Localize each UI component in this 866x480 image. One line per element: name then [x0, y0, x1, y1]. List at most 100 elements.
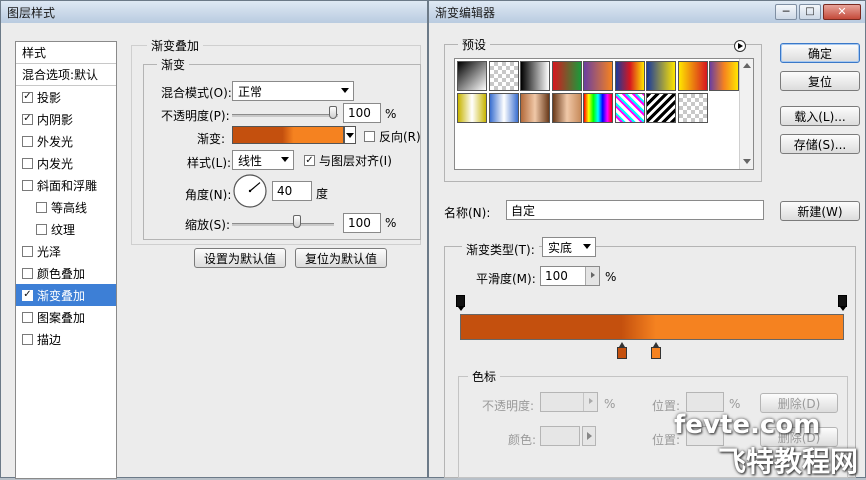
checkbox-icon[interactable]: [36, 201, 47, 213]
preset-swatch[interactable]: [457, 93, 487, 123]
preset-swatch[interactable]: [646, 93, 676, 123]
presets-scrollbar[interactable]: [739, 59, 753, 169]
color-stop-end[interactable]: [651, 342, 661, 359]
preset-swatch[interactable]: [520, 61, 550, 91]
checkbox-icon[interactable]: [36, 223, 47, 235]
style-item[interactable]: 光泽: [16, 240, 116, 262]
style-item-label: 图案叠加: [37, 310, 86, 325]
chevron-down-icon: [341, 88, 349, 93]
stop-opacity-input[interactable]: [540, 392, 598, 412]
checkbox-icon[interactable]: [22, 311, 33, 323]
preset-swatch[interactable]: [583, 93, 613, 123]
style-item-label: 颜色叠加: [37, 266, 86, 281]
gradient-editor-title: 渐变编辑器: [435, 5, 496, 20]
preset-swatch[interactable]: [646, 61, 676, 91]
gradient-bar[interactable]: [460, 314, 844, 340]
checkbox-checked-icon[interactable]: ✓: [22, 289, 33, 301]
style-item[interactable]: 等高线: [16, 196, 116, 218]
chevron-right-icon: [587, 432, 592, 440]
color-stop-start[interactable]: [617, 342, 627, 359]
checkbox-checked-icon[interactable]: ✓: [22, 113, 33, 125]
style-item[interactable]: 混合选项:默认: [16, 64, 116, 86]
checkbox-icon[interactable]: [22, 135, 33, 147]
scroll-down-icon[interactable]: [743, 159, 751, 164]
save-button[interactable]: 存储(S)...: [780, 134, 860, 154]
opacity-slider[interactable]: [232, 114, 338, 117]
layer-style-titlebar[interactable]: 图层样式: [1, 1, 427, 23]
style-item[interactable]: 图案叠加: [16, 306, 116, 328]
stop-opacity-stepper[interactable]: [583, 393, 597, 411]
scale-slider-thumb[interactable]: [293, 215, 301, 228]
opacity-slider-thumb[interactable]: [329, 106, 337, 119]
preset-swatch[interactable]: [551, 61, 582, 91]
style-item[interactable]: 外发光: [16, 130, 116, 152]
style-select[interactable]: 线性: [232, 150, 294, 170]
style-item[interactable]: ✓ 渐变叠加: [16, 284, 116, 306]
preset-swatch[interactable]: [677, 93, 708, 123]
stop-color-swatch[interactable]: [540, 426, 580, 446]
opacity-stop-left[interactable]: [456, 295, 465, 311]
style-item-label: 内阴影: [37, 112, 74, 127]
preset-swatch[interactable]: [709, 61, 739, 91]
gradient-dropdown-button[interactable]: [344, 126, 356, 144]
style-item[interactable]: ✓ 投影: [16, 86, 116, 108]
preset-swatch[interactable]: [457, 61, 487, 91]
checkbox-icon[interactable]: [22, 179, 33, 191]
maximize-icon[interactable]: □: [799, 4, 821, 20]
name-input[interactable]: 自定: [506, 200, 764, 220]
section-title: 渐变叠加: [147, 37, 204, 54]
checkbox-icon[interactable]: [22, 333, 33, 345]
preset-swatch[interactable]: [614, 61, 645, 91]
checkbox-icon[interactable]: [22, 267, 33, 279]
reset-default-button[interactable]: 复位为默认值: [295, 248, 387, 268]
style-item[interactable]: 内发光: [16, 152, 116, 174]
presets-label: 预设: [458, 36, 491, 53]
opacity-input[interactable]: 100: [343, 103, 381, 123]
scroll-up-icon[interactable]: [743, 63, 751, 68]
gradient-type-select[interactable]: 实底: [542, 237, 596, 257]
reverse-checkbox[interactable]: 反向(R): [364, 128, 421, 145]
preset-swatch[interactable]: [551, 93, 582, 123]
style-item[interactable]: 颜色叠加: [16, 262, 116, 284]
checkbox-icon[interactable]: [22, 245, 33, 257]
smoothness-input[interactable]: 100: [540, 266, 600, 286]
style-value: 线性: [238, 153, 263, 168]
checkbox-icon: [364, 131, 375, 142]
gradient-type-label: 渐变类型(T):: [462, 241, 539, 258]
chevron-down-icon: [346, 133, 354, 138]
preset-swatch[interactable]: [488, 61, 519, 91]
gradient-editor-titlebar[interactable]: 渐变编辑器 ─ □ ✕: [429, 1, 865, 23]
new-button[interactable]: 新建(W): [780, 201, 860, 221]
angle-input[interactable]: 40: [272, 181, 312, 201]
minimize-icon[interactable]: ─: [775, 4, 797, 20]
location-input[interactable]: [686, 392, 724, 412]
scale-input[interactable]: 100: [343, 213, 381, 233]
preset-swatch[interactable]: [488, 93, 519, 123]
smoothness-stepper[interactable]: [585, 267, 599, 285]
preset-swatch[interactable]: [614, 93, 645, 123]
style-item[interactable]: 描边: [16, 328, 116, 350]
gradient-swatch[interactable]: [232, 126, 344, 144]
checkbox-icon[interactable]: [22, 157, 33, 169]
blend-mode-select[interactable]: 正常: [232, 81, 354, 101]
stop-color-menu[interactable]: [582, 426, 596, 446]
align-checkbox[interactable]: ✓ 与图层对齐(I): [304, 152, 392, 169]
load-button[interactable]: 载入(L)...: [780, 106, 860, 126]
style-item-label: 光泽: [37, 244, 62, 259]
scale-slider[interactable]: [232, 223, 334, 226]
checkbox-checked-icon[interactable]: ✓: [22, 91, 33, 103]
presets-menu-icon[interactable]: [734, 40, 746, 52]
style-item[interactable]: 纹理: [16, 218, 116, 240]
style-item[interactable]: ✓ 内阴影: [16, 108, 116, 130]
ok-button[interactable]: 确定: [780, 43, 860, 63]
angle-dial[interactable]: [232, 173, 268, 209]
close-icon[interactable]: ✕: [823, 4, 861, 20]
style-item[interactable]: 斜面和浮雕: [16, 174, 116, 196]
preset-swatch[interactable]: [583, 61, 613, 91]
style-list-header[interactable]: 样式: [16, 42, 116, 64]
preset-swatch[interactable]: [677, 61, 708, 91]
opacity-stop-right[interactable]: [838, 295, 847, 311]
reset-button[interactable]: 复位: [780, 71, 860, 91]
make-default-button[interactable]: 设置为默认值: [194, 248, 286, 268]
preset-swatch[interactable]: [520, 93, 550, 123]
